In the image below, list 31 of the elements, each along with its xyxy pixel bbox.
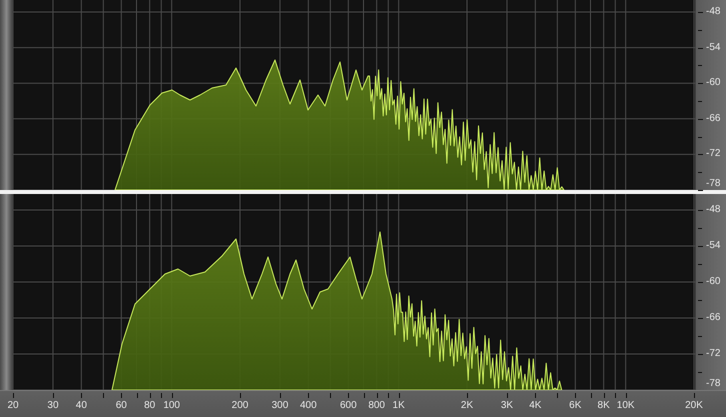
db-label: -54 — [706, 240, 720, 252]
frequency-label: 6K — [569, 400, 582, 412]
frequency-label: 300 — [272, 400, 288, 412]
db-label: -60 — [706, 276, 720, 288]
db-label: -72 — [706, 348, 720, 360]
frequency-label: 10K — [616, 400, 635, 412]
frequency-label: 80 — [144, 400, 156, 412]
frequency-label: 2K — [460, 400, 474, 412]
frequency-label: 4K — [529, 400, 542, 412]
frequency-label: 3K — [500, 400, 514, 412]
db-label: -60 — [706, 77, 720, 90]
db-label: -48 — [706, 6, 720, 18]
frequency-label: 600 — [340, 400, 357, 412]
db-label: -48 — [706, 204, 720, 216]
frequency-label: 400 — [300, 400, 317, 412]
frequency-label: 30 — [47, 400, 59, 412]
db-label: -72 — [706, 148, 720, 160]
db-label: -66 — [706, 112, 720, 125]
frequency-label: 20 — [7, 400, 19, 412]
db-label: -66 — [706, 312, 720, 324]
db-label: -78 — [706, 378, 720, 390]
frequency-label: 8K — [598, 400, 610, 412]
frequency-label: 20K — [685, 400, 703, 412]
frequency-label: 800 — [368, 400, 385, 412]
frequency-label: 100 — [163, 400, 180, 412]
frequency-label: 40 — [76, 400, 87, 412]
frequency-label: 200 — [232, 400, 248, 412]
frequency-label: 60 — [116, 400, 127, 412]
frequency-label: 1K — [392, 400, 405, 412]
db-label: -54 — [706, 42, 720, 54]
db-label: -78 — [706, 178, 720, 190]
